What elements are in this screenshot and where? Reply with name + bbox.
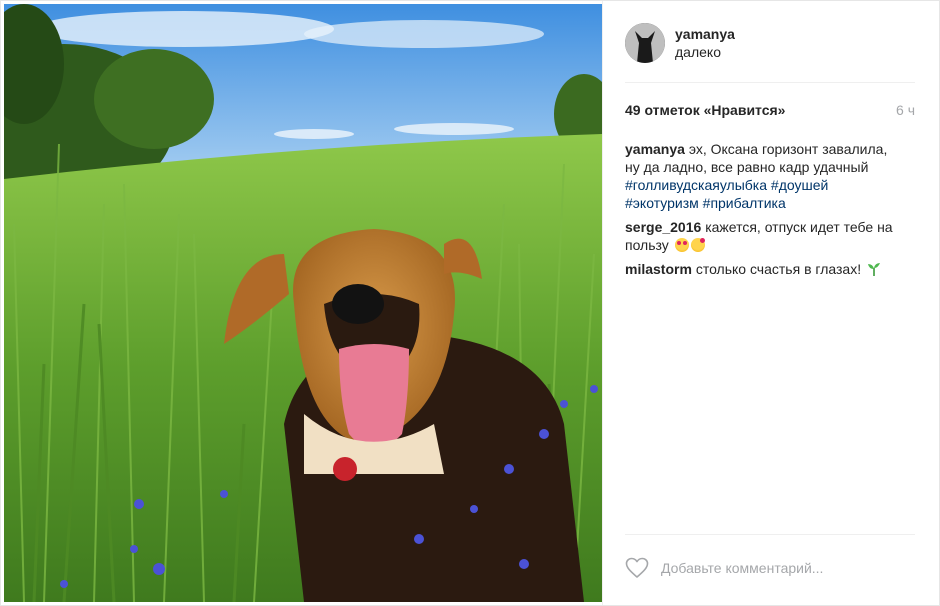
comment-author-link[interactable]: serge_2016 [625, 219, 701, 235]
post-author-link[interactable]: yamanya [675, 25, 735, 43]
post-card: yamanya далеко 49 отметок «Нравится» 6 ч… [0, 0, 940, 606]
post-time[interactable]: 6 ч [896, 102, 915, 118]
comment-item: milastorm столько счастья в глазах! [625, 260, 905, 278]
heart-eyes-emoji-icon [674, 238, 689, 252]
dog-in-grass-image [4, 4, 602, 602]
divider [625, 534, 915, 535]
divider [625, 82, 915, 83]
like-heart-icon[interactable] [625, 557, 649, 579]
post-details-panel: yamanya далеко 49 отметок «Нравится» 6 ч… [602, 1, 940, 605]
comment-author-link[interactable]: yamanya [625, 141, 685, 157]
comments-list: yamanya эх, Оксана горизонт завалила, ну… [625, 140, 905, 284]
dog-avatar-icon [625, 23, 665, 63]
hashtag-link[interactable]: #прибалтика [703, 195, 786, 211]
post-header: yamanya далеко [625, 21, 735, 65]
comment-author-link[interactable]: milastorm [625, 261, 692, 277]
add-comment-input[interactable] [661, 560, 915, 576]
likes-count[interactable]: 49 отметок «Нравится» [625, 102, 785, 118]
comment-item: yamanya эх, Оксана горизонт завалила, ну… [625, 140, 905, 212]
comment-footer [625, 551, 915, 585]
avatar[interactable] [625, 23, 665, 63]
comment-item: serge_2016 кажется, отпуск идет тебе на … [625, 218, 905, 254]
likes-row: 49 отметок «Нравится» 6 ч [625, 102, 915, 118]
hashtag-link[interactable]: #голливудскаяулыбка [625, 177, 767, 193]
comment-text: столько счастья в глазах! [695, 261, 862, 277]
hashtag-link[interactable]: #доушей [771, 177, 828, 193]
hashtag-link[interactable]: #экотуризм [625, 195, 699, 211]
seedling-icon [867, 263, 880, 276]
kiss-emoji-icon [690, 238, 705, 252]
post-location[interactable]: далеко [675, 43, 735, 61]
post-photo[interactable] [4, 4, 602, 602]
